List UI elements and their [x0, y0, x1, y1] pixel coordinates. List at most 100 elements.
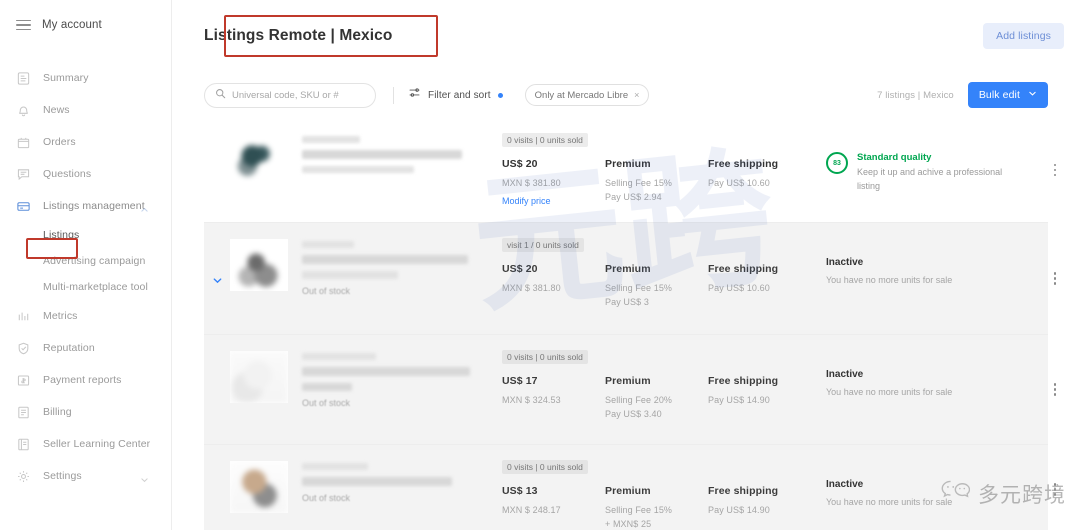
sidebar-item-payment-reports[interactable]: Payment reports	[0, 364, 171, 396]
listings-list: 0 visits | 0 units sold US$ 20 MXN $ 381…	[204, 118, 1057, 530]
chevron-up-icon[interactable]	[140, 202, 149, 212]
product-info: Out of stock	[302, 239, 502, 334]
redacted-title	[302, 255, 468, 264]
plan-name: Premium	[605, 158, 651, 170]
selling-fee: Selling Fee 15%	[605, 505, 673, 515]
sidebar: My account Summary News Orders Questions…	[0, 0, 172, 530]
sidebar-item-advertising-campaign[interactable]: Advertising campaign	[0, 248, 171, 274]
bulk-edit-button[interactable]: Bulk edit	[967, 82, 1048, 108]
sidebar-item-label: Listings	[43, 229, 80, 241]
status-description: You have no more units for sale	[826, 497, 953, 507]
status-cell: Inactive You have no more units for sale	[826, 445, 1034, 530]
price-mxn: MXN $ 381.80	[502, 283, 561, 293]
table-row[interactable]: 0 visits | 0 units sold US$ 20 MXN $ 381…	[204, 118, 1057, 223]
chat-icon	[16, 167, 31, 182]
kebab-menu-icon[interactable]	[1053, 483, 1057, 496]
shipping-column: Free shipping Pay US$ 14.90	[708, 485, 826, 530]
status-title: Inactive	[826, 479, 864, 490]
price-usd: US$ 20	[502, 158, 538, 170]
document-icon	[16, 405, 31, 420]
redacted-sku	[302, 463, 368, 470]
table-row[interactable]: Out of stock 0 visits | 0 units sold US$…	[204, 445, 1057, 530]
sidebar-item-summary[interactable]: Summary	[0, 62, 171, 94]
modify-price-link[interactable]: Modify price	[502, 196, 605, 206]
account-row[interactable]: My account	[0, 0, 171, 50]
selling-fee: Selling Fee 20%	[605, 395, 673, 405]
filter-and-sort-label: Filter and sort	[428, 89, 491, 101]
product-cell: Out of stock	[230, 335, 502, 444]
sidebar-item-settings[interactable]: Settings	[0, 460, 171, 492]
thumbnail-image	[230, 351, 288, 403]
shipping-label: Free shipping	[708, 158, 779, 170]
shield-icon	[16, 341, 31, 356]
sidebar-item-listings[interactable]: Listings	[0, 222, 171, 248]
price-mxn: MXN $ 324.53	[502, 395, 561, 405]
listings-icon	[16, 199, 31, 214]
sidebar-item-reputation[interactable]: Reputation	[0, 332, 171, 364]
search-input[interactable]	[232, 89, 362, 101]
sidebar-item-multi-marketplace-tool[interactable]: Multi-marketplace tool	[0, 274, 171, 300]
sidebar-item-billing[interactable]: Billing	[0, 396, 171, 428]
price-usd: US$ 20	[502, 263, 538, 275]
stat-columns: US$ 20 MXN $ 381.80 Modify price Premium…	[502, 158, 826, 206]
product-thumbnail	[230, 134, 288, 186]
quality-indicator[interactable]: 83 Standard quality Keep it up and achiv…	[826, 152, 1034, 193]
quality-cell: 83 Standard quality Keep it up and achiv…	[826, 118, 1034, 222]
sidebar-item-listings-management[interactable]: Listings management	[0, 190, 171, 222]
plan-name: Premium	[605, 375, 651, 387]
orders-icon	[16, 135, 31, 150]
page-title: Listings Remote | Mexico	[204, 27, 393, 44]
kebab-menu-icon[interactable]	[1053, 163, 1057, 177]
row-menu-cell	[1034, 223, 1076, 334]
redacted-subtitle	[302, 383, 352, 391]
sidebar-item-seller-learning-center[interactable]: Seller Learning Center	[0, 428, 171, 460]
sidebar-item-label: Multi-marketplace tool	[43, 281, 148, 293]
stock-status: Out of stock	[302, 286, 351, 296]
product-info: Out of stock	[302, 351, 502, 444]
sidebar-item-metrics[interactable]: Metrics	[0, 300, 171, 332]
filter-and-sort-button[interactable]: Filter and sort	[408, 86, 503, 104]
visits-badge: visit 1 / 0 units sold	[502, 238, 584, 252]
quality-description: Keep it up and achive a professional lis…	[857, 167, 1003, 191]
expand-cell	[204, 335, 230, 444]
chevron-down-icon[interactable]	[140, 472, 149, 483]
expand-cell	[204, 118, 230, 222]
table-row[interactable]: Out of stock 0 visits | 0 units sold US$…	[204, 335, 1057, 445]
sidebar-item-label: Billing	[43, 406, 72, 418]
money-icon	[16, 373, 31, 388]
price-column: US$ 20 MXN $ 381.80 Modify price	[502, 158, 605, 206]
add-listings-button[interactable]: Add listings	[983, 23, 1064, 49]
sidebar-item-news[interactable]: News	[0, 94, 171, 126]
sidebar-item-orders[interactable]: Orders	[0, 126, 171, 158]
kebab-menu-icon[interactable]	[1053, 383, 1057, 396]
redacted-sku	[302, 241, 354, 248]
product-cell	[230, 118, 502, 222]
table-row[interactable]: Out of stock visit 1 / 0 units sold US$ …	[204, 223, 1057, 335]
close-icon[interactable]: ×	[634, 90, 639, 100]
price-usd: US$ 17	[502, 375, 538, 387]
status-title: Inactive	[826, 257, 864, 268]
sidebar-item-label: Metrics	[43, 310, 78, 322]
fee-pay: Pay US$ 3	[605, 296, 649, 307]
sidebar-item-questions[interactable]: Questions	[0, 158, 171, 190]
bell-icon	[16, 103, 31, 118]
hamburger-icon[interactable]	[16, 19, 31, 31]
status-description: You have no more units for sale	[826, 387, 953, 397]
main-area: 元跨 Listings Remote | Mexico Add listings	[172, 0, 1080, 530]
price-column: US$ 13 MXN $ 248.17	[502, 485, 605, 530]
shipping-pay: Pay US$ 14.90	[708, 395, 770, 405]
redacted-title	[302, 150, 462, 159]
chevron-down-icon[interactable]	[212, 273, 223, 284]
row-menu-cell	[1034, 445, 1076, 530]
content-area: Filter and sort Only at Mercado Libre × …	[172, 72, 1080, 530]
filter-chip-mercado-libre[interactable]: Only at Mercado Libre ×	[524, 84, 650, 106]
stat-columns: US$ 20 MXN $ 381.80 Premium Selling Fee …	[502, 263, 826, 310]
expand-cell[interactable]	[204, 223, 230, 334]
plan-name: Premium	[605, 485, 651, 497]
filter-badge-dot	[497, 92, 503, 98]
kebab-menu-icon[interactable]	[1053, 272, 1057, 285]
shipping-column: Free shipping Pay US$ 10.60	[708, 158, 826, 206]
plan-column: Premium Selling Fee 15% Pay US$ 2.94	[605, 158, 708, 206]
chart-icon	[16, 309, 31, 324]
search-box[interactable]	[204, 82, 376, 108]
